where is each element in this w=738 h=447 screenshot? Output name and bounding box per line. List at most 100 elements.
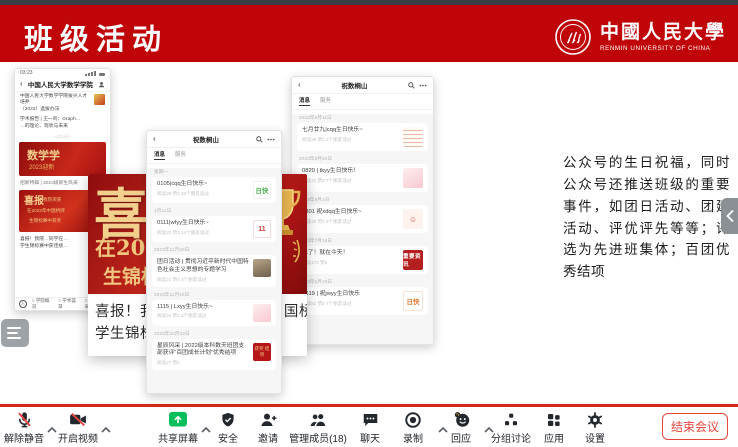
shield-check-icon <box>219 410 237 429</box>
feed-title: 1115 | Lxyy生日快乐~ <box>157 304 249 312</box>
feed-thumb: 11 <box>253 220 271 238</box>
feed-title: 0111|wfyy生日快乐~ <box>157 220 249 228</box>
feed-date: 2023年8月20日 <box>299 155 426 162</box>
article-item: 学术报告 | 王一鸣：Graph… …的理论、现状与未来 <box>15 115 110 132</box>
feed-title: 0820 | tkyy生日快乐！ <box>302 168 399 176</box>
start-video-button[interactable]: 开启视频 <box>58 410 98 445</box>
feed-item: 星辰风采 | 2022级本科数天班团支部获评“百团成长计划”优秀结项 阅读27 … <box>152 339 276 371</box>
xibao-line: 生锦标赛中获奖 <box>29 218 61 224</box>
invite-button[interactable]: 邀请 <box>258 410 278 445</box>
feed-item: 0820 | tkyy生日快乐！ 阅读31 赞3 7个朋友读过 <box>297 164 428 192</box>
video-options-caret[interactable] <box>101 420 111 438</box>
article-item: 中国人民大学数学学院拔尖人才培养 （2023）选拔办法 <box>15 92 110 115</box>
feed-date: 1月11日 <box>154 207 274 214</box>
tool-label: 分组讨论 <box>491 430 531 445</box>
tool-label: 设置 <box>585 430 605 445</box>
feed-title: 0105|cqq生日快乐~ <box>157 181 249 189</box>
meeting-toolbar: 解除静音 开启视频 共享屏幕 安全 <box>0 407 738 447</box>
feed-item: 0105|cqq生日快乐~ 阅读28 赞2 26个朋友读过 日快 <box>152 177 276 203</box>
breakout-rooms-icon <box>502 410 520 429</box>
feed-thumb: 获奖 结项 <box>253 343 271 361</box>
feed-thumb <box>253 259 271 277</box>
slide-header: 班级活动 中國人民大學 RENMIN UNIVERSITY OF CHINA <box>0 5 738 62</box>
article-thumb <box>94 94 105 105</box>
share-screen-icon <box>168 410 188 429</box>
record-options-caret[interactable] <box>438 420 448 438</box>
nav-item: 学院概况 <box>32 298 53 310</box>
nav-item: 学术荟萃 <box>58 298 79 310</box>
feed-meta: 阅读172 赞8 <box>302 260 399 266</box>
feed-meta: 阅读40 赞3 5个朋友读过 <box>302 219 399 225</box>
members-icon <box>308 410 328 429</box>
feed-meta: 阅读51 赞2 7个朋友读过 <box>302 301 399 307</box>
feed-title: 星辰风采 | 2022级本科数天班团支部获评“百团成长计划”优秀结项 <box>157 343 249 359</box>
tool-label: 邀请 <box>258 430 278 445</box>
tool-label: 管理成员(18) <box>289 430 347 445</box>
phone-screenshot-right: ‹ 祝数桐山 消息 服务 2023年9月11日 七月廿九|cqq生日快乐~ 阅读… <box>291 76 434 345</box>
end-meeting-button[interactable]: 结束会议 <box>662 413 728 440</box>
slide-note-text: 公众号的生日祝福，同时公众号还推送班级的重要事件，如团日活动、团建活动、评优评先… <box>563 153 730 284</box>
search-icon <box>256 136 263 143</box>
article-title-line: 中国人民大学数学学院拔尖人才培养 <box>20 94 91 107</box>
xibao-line: 我院荣获 <box>43 197 61 203</box>
share-screen-button[interactable]: 共享屏幕 <box>158 410 198 445</box>
university-name-en: RENMIN UNIVERSITY OF CHINA <box>600 45 726 52</box>
banner-subtitle: 2023迎新 <box>29 162 54 171</box>
feed-date: 2023年6月19日 <box>299 278 426 285</box>
chat-icon <box>361 410 380 429</box>
feed-title: 团日活动 | 贯彻习近平新时代中国特色社会主义思想的专题学习 <box>157 259 249 275</box>
unmute-button[interactable]: 解除静音 <box>4 410 44 445</box>
reactions-button[interactable]: 回应 <box>451 410 471 445</box>
feed-date: 2023年7月18日 <box>299 237 426 244</box>
tool-label: 聊天 <box>360 430 380 445</box>
feed-thumb: 重要资讯 <box>403 250 423 270</box>
account-tabs: 消息 服务 <box>147 148 281 164</box>
feed-item: 0619 | 祝jwyy生日快乐 阅读51 赞2 7个朋友读过 日快 <box>297 287 428 315</box>
apps-button[interactable]: 应用 <box>544 410 564 445</box>
tool-label: 应用 <box>544 430 564 445</box>
phone-header: ‹ 祝数桐山 <box>292 77 433 94</box>
university-emblem-icon <box>553 17 593 57</box>
tool-label: 录制 <box>403 430 423 445</box>
account-title: 祝数桐山 <box>341 80 367 90</box>
manage-members-button[interactable]: 管理成员(18) <box>289 410 347 445</box>
feed-item: 七月廿九|cqq生日快乐~ 阅读36 赞2 2个朋友读过 <box>297 123 428 151</box>
settings-button[interactable]: 设置 <box>585 410 605 445</box>
feed-thumb: 日快 <box>403 291 423 311</box>
status-time: 03:23 <box>20 70 33 76</box>
feed-thumb <box>403 168 423 188</box>
feed-thumb <box>253 304 271 322</box>
feed-meta: 阅读31 赞3 7个朋友读过 <box>302 178 399 184</box>
tool-label: 回应 <box>451 430 471 445</box>
more-icon <box>267 138 275 141</box>
university-logo: 中國人民大學 RENMIN UNIVERSITY OF CHINA <box>553 17 726 57</box>
annotation-list-button[interactable] <box>1 319 29 347</box>
mic-options-caret[interactable] <box>47 420 57 438</box>
chat-button[interactable]: 聊天 <box>360 410 380 445</box>
security-button[interactable]: 安全 <box>218 410 238 445</box>
feed-meta: 阅读36 赞2 2个朋友读过 <box>302 137 399 143</box>
camera-muted-icon <box>68 410 88 429</box>
panel-collapse-handle[interactable] <box>721 198 738 234</box>
tab-messages: 消息 <box>154 150 165 160</box>
feed-meta: 阅读23 赞3 14个朋友读过 <box>157 230 249 236</box>
share-options-caret[interactable] <box>201 420 211 438</box>
back-icon: ‹ <box>20 80 23 88</box>
record-button[interactable]: 录制 <box>403 410 423 445</box>
feed-meta: 阅读28 赞2 26个朋友读过 <box>157 191 249 197</box>
university-name-cn: 中國人民大學 <box>600 22 726 43</box>
feed-item: 来了！就在今天！ 阅读172 赞8 重要资讯 <box>297 246 428 274</box>
phone-status-bar: 03:23 <box>15 69 110 77</box>
gear-icon <box>586 410 604 429</box>
search-icon <box>408 82 415 89</box>
feed-date: 2023年11月20日 <box>154 246 274 253</box>
feed-date: 2023年11月15日 <box>154 291 274 298</box>
feed-item: 团日活动 | 贯彻习近平新时代中国特色社会主义思想的专题学习 阅读21 赞4 3… <box>152 255 276 287</box>
phone-header: ‹ 祝数桐山 <box>147 131 281 148</box>
feed-date: 星期一 <box>154 168 274 175</box>
feed-thumb <box>403 127 423 147</box>
xibao-big-text: 喜报 <box>24 192 44 207</box>
breakout-rooms-button[interactable]: 分组讨论 <box>491 410 531 445</box>
feed-thumb: 日快 <box>253 181 271 199</box>
chevron-left-icon <box>726 210 734 222</box>
